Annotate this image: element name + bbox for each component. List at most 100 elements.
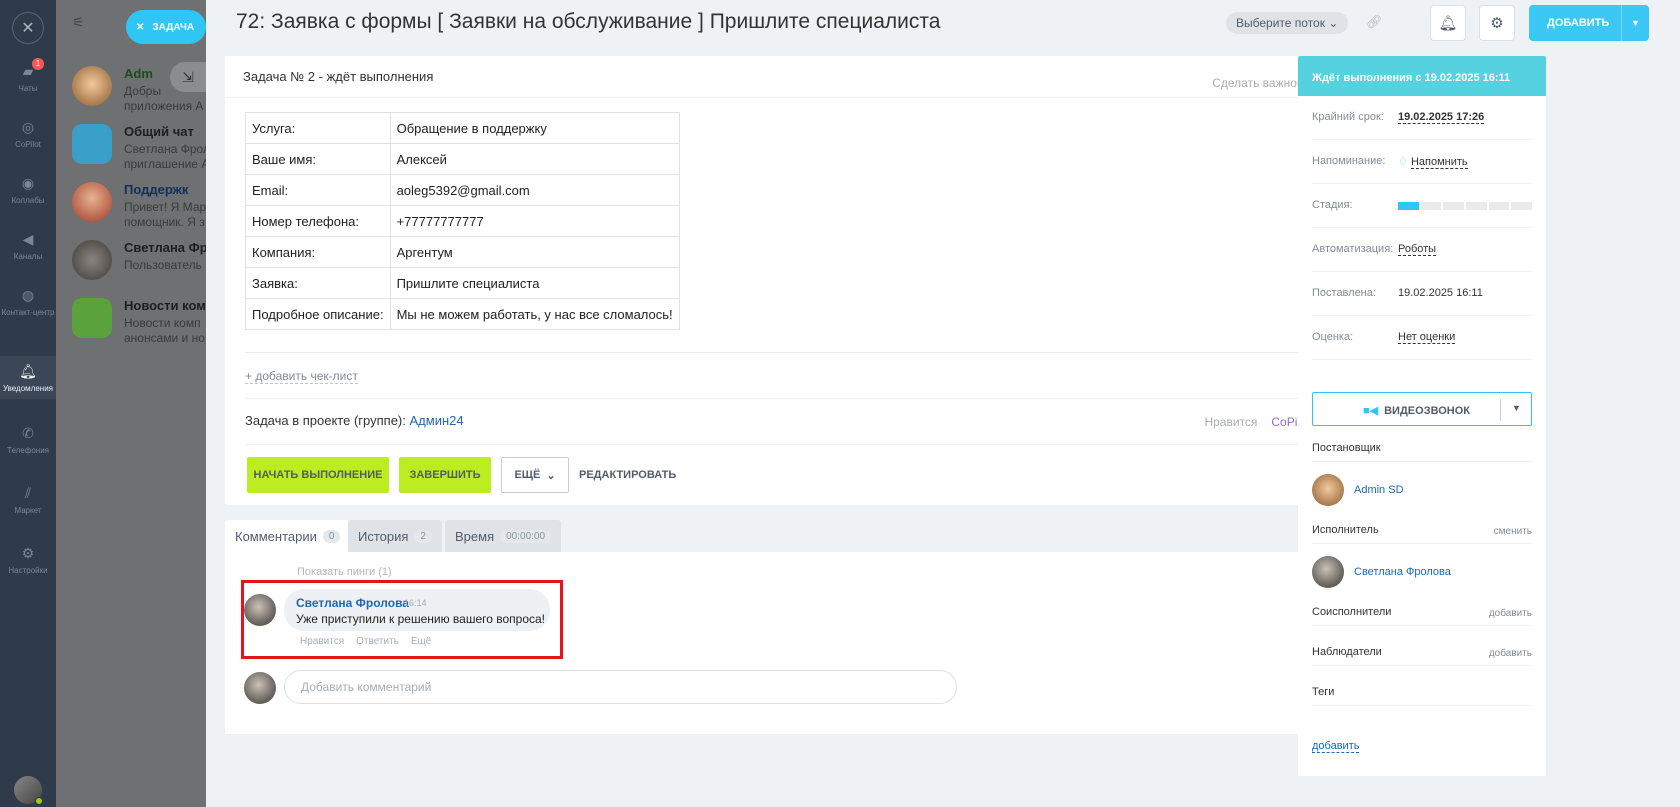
change-assignee-link[interactable]: сменить (1494, 526, 1532, 537)
nav-item-channels[interactable]: ◀ Каналы (0, 230, 56, 261)
task-pill-label: ЗАДАЧА (152, 21, 195, 33)
comment-text: Уже приступили к решению вашего вопроса! (296, 612, 546, 626)
project-link[interactable]: Админ24 (410, 413, 464, 428)
tab-comments[interactable]: Комментарии 0 (225, 520, 351, 552)
field-label: Номер телефона: (245, 205, 391, 237)
bell-button[interactable]: 🔔︎ (1430, 5, 1466, 41)
market-icon: ⫽ (24, 485, 32, 501)
field-label: Услуга: (245, 112, 391, 144)
chat-preview: Привет! Я Мар помощник. Я з (124, 200, 206, 229)
show-pings-link[interactable]: Показать пинги (1) (297, 566, 392, 578)
like-button[interactable]: Нравится (1204, 415, 1257, 429)
reminder-link[interactable]: ♢ Напомнить (1398, 155, 1468, 169)
nav-item-chats[interactable]: ▰ 1 Чаты (0, 58, 56, 93)
add-observer-link[interactable]: добавить (1489, 648, 1532, 659)
comment-author[interactable]: Светлана Фролова (296, 596, 409, 610)
tab-count: 2 (414, 529, 432, 543)
gear-icon: ⚙ (1490, 15, 1504, 32)
rating-link[interactable]: Нет оценки (1398, 331, 1456, 344)
assignee-person[interactable]: Светлана Фролова (1312, 556, 1451, 588)
comment-input[interactable]: Добавить комментарий (284, 670, 957, 704)
add-tag-link[interactable]: добавить (1312, 740, 1360, 753)
task-slider-label[interactable]: ✕ ЗАДАЧА (126, 10, 206, 44)
tab-history[interactable]: История 2 (348, 520, 442, 552)
bell-icon: 🔔︎ (1438, 15, 1458, 32)
page-title: 72: Заявка с формы [ Заявки на обслужива… (236, 10, 941, 33)
task-sidebar: Ждёт выполнения с 19.02.2025 16:11 Крайн… (1298, 56, 1546, 776)
deadline-label: Крайний срок: (1312, 111, 1384, 123)
user-avatar[interactable] (14, 776, 43, 805)
add-button[interactable]: ДОБАВИТЬ ▼ (1529, 5, 1649, 41)
avatar (72, 240, 112, 280)
finish-button[interactable]: ЗАВЕРШИТЬ (399, 457, 491, 493)
deadline-value[interactable]: 19.02.2025 17:26 (1398, 111, 1485, 124)
stage-progress[interactable] (1398, 202, 1533, 210)
chat-name: Adm (124, 66, 153, 81)
field-value: Мы не можем работать, у нас все сломалос… (389, 298, 680, 330)
left-navigation: ✕ ▰ 1 Чаты ◎ CoPilot ◉ Коллабы ◀ Каналы … (0, 0, 56, 807)
bell-icon: ♢ (1398, 156, 1408, 168)
gear-icon: ⚙ (21, 545, 35, 561)
link-icon[interactable]: 🔗︎ (1366, 14, 1383, 30)
chat-item[interactable]: Светлана Фро Пользователь (56, 232, 206, 292)
creator-section: Постановщик (1312, 442, 1532, 462)
creator-person[interactable]: Admin SD (1312, 474, 1404, 506)
flow-select[interactable]: Выберите поток ⌄ (1226, 12, 1349, 34)
video-call-button[interactable]: ■◀ ВИДЕОЗВОНОК ▼ (1312, 392, 1532, 426)
chat-item[interactable]: Поддержк Привет! Я Мар помощник. Я з (56, 174, 206, 234)
nav-label: Каналы (13, 252, 43, 261)
reminder-label: Напоминание: (1312, 155, 1386, 167)
nav-item-copilot[interactable]: ◎ CoPilot (0, 118, 56, 149)
created-label: Поставлена: (1312, 287, 1376, 299)
chat-preview: Пользователь (124, 258, 202, 272)
created-row: Поставлена: 19.02.2025 16:11 (1312, 272, 1532, 316)
reply-link[interactable]: Ответить (356, 636, 399, 647)
divider (245, 444, 1360, 445)
close-icon[interactable]: ✕ (12, 12, 44, 44)
avatar (1312, 474, 1344, 506)
contact-center-icon: ◍ (21, 287, 35, 303)
edit-button[interactable]: РЕДАКТИРОВАТЬ (579, 469, 676, 481)
collapse-icon[interactable]: ⇲ (170, 62, 206, 92)
comment-bubble: Светлана Фролова 16:14 Уже приступили к … (284, 589, 550, 631)
chevron-down-icon[interactable]: ▼ (1621, 5, 1649, 41)
chat-group-icon (72, 124, 112, 164)
field-label: Ваше имя: (245, 143, 391, 175)
automation-link[interactable]: Роботы (1398, 243, 1437, 256)
table-row: Ваше имя: Алексей (245, 143, 680, 175)
chat-item[interactable]: Общий чат Светлана Фрол приглашение А (56, 116, 206, 176)
nav-item-market[interactable]: ⫽ Маркет (0, 484, 56, 515)
like-link[interactable]: Нравится (300, 636, 344, 647)
nav-item-contact-center[interactable]: ◍ Контакт-центр (0, 286, 56, 317)
assignee-name[interactable]: Светлана Фролова (1354, 566, 1451, 578)
collab-icon: ◉ (21, 175, 35, 191)
more-button[interactable]: ЕЩЁ ⌄ (501, 457, 569, 493)
avatar (244, 672, 276, 704)
more-link[interactable]: Ещё (411, 636, 431, 647)
assignee-section: Исполнитель сменить (1312, 524, 1532, 544)
nav-item-notifications[interactable]: 🔔︎ Уведомления (0, 356, 56, 399)
automation-row: Автоматизация: Роботы (1312, 228, 1532, 272)
field-value: Аргентум (389, 236, 680, 268)
table-row: Заявка: Пришлите специалиста (245, 267, 680, 299)
creator-name[interactable]: Admin SD (1354, 484, 1404, 496)
nav-item-telephony[interactable]: ✆ Телефония (0, 424, 56, 455)
chat-list-panel: ⚟ Adm Добры приложения А Общий чат Светла… (56, 0, 206, 807)
nav-item-settings[interactable]: ⚙ Настройки (0, 544, 56, 575)
copilot-icon: ◎ (21, 119, 35, 135)
filter-icon[interactable]: ⚟ (72, 14, 92, 34)
table-row: Услуга: Обращение в поддержку (245, 112, 680, 144)
nav-item-collabs[interactable]: ◉ Коллабы (0, 174, 56, 205)
add-checklist-link[interactable]: + добавить чек-лист (245, 369, 358, 384)
settings-button[interactable]: ⚙ (1479, 5, 1515, 41)
megaphone-icon: ◀ (22, 231, 34, 247)
table-row: Компания: Аргентум (245, 236, 680, 268)
table-row: Email: aoleg5392@gmail.com (245, 174, 680, 206)
chevron-down-icon[interactable]: ▼ (1512, 403, 1521, 413)
start-button[interactable]: НАЧАТЬ ВЫПОЛНЕНИЕ (247, 457, 389, 493)
chat-item[interactable]: Новости ком Новости комп анонсами и но (56, 290, 206, 350)
close-icon[interactable]: ✕ (136, 22, 144, 33)
add-coexecutor-link[interactable]: добавить (1489, 608, 1532, 619)
avatar (1312, 556, 1344, 588)
tab-time[interactable]: Время 00:00:00 (445, 520, 562, 552)
